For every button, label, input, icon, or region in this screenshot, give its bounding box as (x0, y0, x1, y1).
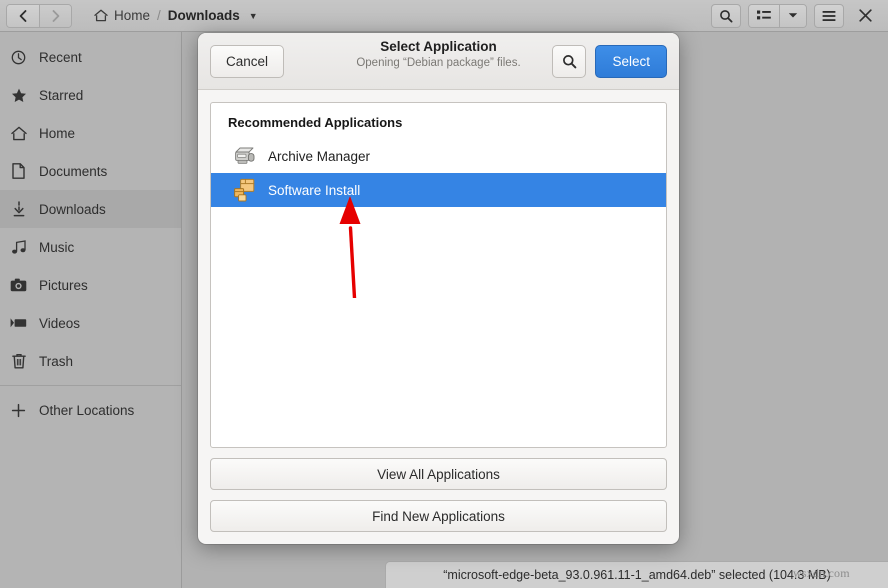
download-icon (10, 201, 27, 217)
dialog-title: Select Application (380, 39, 497, 54)
chevron-down-icon[interactable]: ▼ (249, 11, 258, 21)
trash-icon (10, 353, 27, 369)
sidebar-item-starred[interactable]: Starred (0, 76, 181, 114)
sidebar-item-label: Home (39, 125, 76, 141)
cancel-button[interactable]: Cancel (210, 44, 285, 78)
sidebar-item-trash[interactable]: Trash (0, 342, 181, 380)
document-icon (10, 163, 27, 179)
sidebar-item-home[interactable]: Home (0, 114, 181, 152)
dialog-body: Recommended Applications Archive Manager (198, 90, 679, 544)
list-view-icon (757, 10, 771, 19)
sidebar-item-label: Downloads (39, 201, 106, 217)
breadcrumb-separator: / (157, 8, 161, 23)
plus-icon (10, 403, 27, 418)
sidebar-item-downloads[interactable]: Downloads (0, 190, 181, 228)
file-manager-headerbar: Home / Downloads ▼ (0, 0, 888, 32)
application-list[interactable]: Recommended Applications Archive Manager (210, 102, 667, 448)
home-icon (94, 9, 108, 22)
main-menu-button[interactable] (814, 3, 844, 28)
sidebar-item-music[interactable]: Music (0, 228, 181, 266)
video-icon (10, 317, 27, 329)
view-all-applications-button[interactable]: View All Applications (210, 458, 667, 490)
find-new-applications-button[interactable]: Find New Applications (210, 500, 667, 532)
sidebar-item-label: Recent (39, 49, 82, 65)
list-item-label: Software Install (268, 182, 361, 198)
dialog-subtitle: Opening “Debian package” files. (356, 57, 521, 69)
dialog-header-actions: Select (552, 44, 667, 78)
software-install-icon (232, 177, 258, 203)
select-button-label: Select (612, 53, 650, 69)
view-mode-dropdown-button[interactable] (779, 4, 806, 27)
music-icon (10, 239, 27, 255)
watermark: wsxdn.com (793, 566, 850, 581)
breadcrumb: Home / Downloads ▼ (94, 8, 258, 23)
camera-icon (10, 278, 27, 292)
navigation-button-group (6, 3, 72, 28)
dialog-search-button[interactable] (552, 44, 587, 78)
list-item-label: Archive Manager (268, 148, 371, 164)
list-view-button[interactable] (749, 4, 779, 27)
breadcrumb-home-label: Home (114, 8, 151, 23)
recommended-applications-header: Recommended Applications (228, 115, 403, 130)
list-item[interactable]: Software Install (211, 173, 666, 207)
sidebar-item-label: Pictures (39, 277, 88, 293)
screen: Home / Downloads ▼ Recent Starred Home D… (0, 0, 888, 588)
sidebar-item-pictures[interactable]: Pictures (0, 266, 181, 304)
places-sidebar: Recent Starred Home Documents Downloads … (0, 32, 182, 588)
home-icon (10, 126, 27, 141)
star-icon (10, 88, 27, 103)
archive-manager-icon (232, 143, 258, 169)
sidebar-item-label: Starred (39, 87, 84, 103)
view-all-applications-label: View All Applications (377, 466, 500, 482)
chevron-down-icon (788, 13, 798, 18)
cancel-button-label: Cancel (226, 53, 269, 69)
sidebar-item-label: Music (39, 239, 75, 255)
hamburger-menu-icon (822, 10, 836, 21)
headerbar-actions (711, 3, 880, 28)
find-new-applications-label: Find New Applications (372, 508, 505, 524)
watermark-text: wsxdn.com (793, 566, 850, 580)
search-icon (563, 54, 577, 68)
breadcrumb-item-downloads[interactable]: Downloads (168, 8, 240, 23)
view-mode-group (748, 3, 807, 28)
dialog-headerbar: Cancel Select Application Opening “Debia… (198, 33, 679, 90)
sidebar-item-other-locations[interactable]: Other Locations (0, 391, 181, 429)
clock-icon (10, 50, 27, 65)
breadcrumb-item-home[interactable]: Home (94, 8, 150, 23)
sidebar-item-recent[interactable]: Recent (0, 38, 181, 76)
sidebar-item-label: Documents (39, 163, 108, 179)
sidebar-divider (0, 385, 181, 386)
sidebar-item-videos[interactable]: Videos (0, 304, 181, 342)
list-item[interactable]: Archive Manager (211, 139, 666, 173)
chevron-left-icon (19, 9, 27, 22)
select-application-dialog: Cancel Select Application Opening “Debia… (198, 33, 679, 544)
sidebar-item-documents[interactable]: Documents (0, 152, 181, 190)
back-button[interactable] (7, 4, 39, 27)
chevron-right-icon (52, 9, 59, 22)
sidebar-item-label: Trash (39, 353, 74, 369)
status-bar-text: “microsoft-edge-beta_93.0.961.11-1_amd64… (443, 568, 831, 582)
select-button[interactable]: Select (595, 44, 667, 78)
search-icon (720, 9, 733, 22)
search-button[interactable] (711, 3, 741, 28)
close-icon (859, 9, 872, 22)
sidebar-item-label: Other Locations (39, 402, 135, 418)
close-window-button[interactable] (851, 4, 880, 28)
forward-button[interactable] (39, 4, 71, 27)
sidebar-item-label: Videos (39, 315, 81, 331)
